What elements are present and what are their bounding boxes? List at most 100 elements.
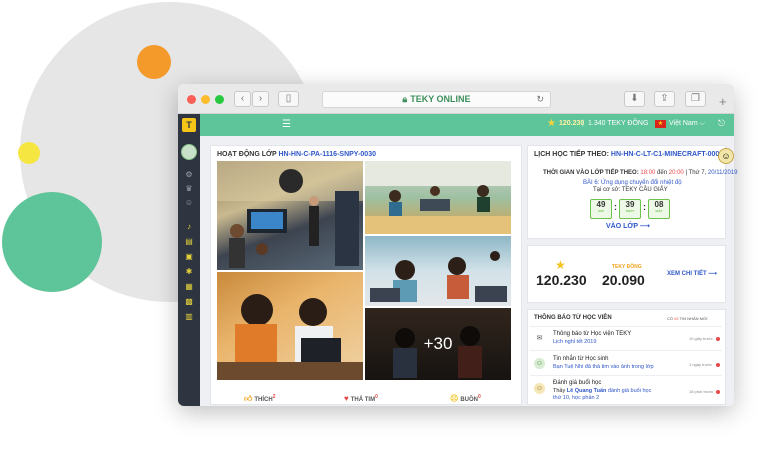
address-bar[interactable]: 🔒︎ TEKY ONLINE ↻ <box>322 91 551 108</box>
avatar[interactable] <box>181 144 197 160</box>
sidebar-toggle-icon[interactable]: ▯ <box>278 91 299 107</box>
sad-label: BUỒN <box>460 397 479 403</box>
maximize-window-button[interactable] <box>215 95 224 104</box>
heart-icon: ♥ <box>344 394 349 403</box>
close-window-button[interactable] <box>187 95 196 104</box>
photo-3-scene <box>370 251 507 302</box>
gift-icon[interactable]: ▩ <box>184 297 194 307</box>
notifications-title: THÔNG BÁO TỪ HỌC VIÊN <box>534 315 612 321</box>
settings-menu-icon[interactable]: ✱ <box>184 267 194 277</box>
back-icon[interactable]: ‹ <box>234 91 251 107</box>
schedule-title: LỊCH HỌC TIẾP THEO: HN-HN-C-LT-C1-MINECR… <box>534 151 724 158</box>
new-tab-icon[interactable]: + <box>719 94 727 109</box>
notifications-count: CÓ 02 TIN NHẮN MỚI <box>667 316 708 321</box>
teacher-avatar-icon: ☺ <box>534 383 545 394</box>
download-icon[interactable]: ⬇ <box>624 91 645 107</box>
notification-time: 18 phút trước <box>689 389 714 394</box>
class-photo-5[interactable]: +30 <box>365 308 511 380</box>
sad-face-icon: ☹ <box>450 394 459 403</box>
student-avatar-icon: ☺ <box>534 358 545 369</box>
love-count: 0 <box>375 394 378 400</box>
profile-icon[interactable]: ☺ <box>184 198 194 208</box>
app-header: ☰ ★ 120.230 | 1.340 TEKY ĐỒNG ★ Việt Nam… <box>178 114 734 136</box>
vietnam-flag-icon: ★ <box>655 120 666 128</box>
book-icon[interactable]: ▤ <box>184 237 194 247</box>
mail-icon: ✉ <box>536 335 543 342</box>
schedule-location: Tại cơ sở: TEKY CẦU GIẤY <box>593 187 668 193</box>
notifications-divider <box>530 375 722 376</box>
document-icon[interactable]: ▦ <box>184 282 194 292</box>
forward-icon[interactable]: › <box>252 91 269 107</box>
points-value: 120.230 <box>536 272 587 288</box>
coins-value: 20.090 <box>602 272 645 288</box>
notification-subtitle: Bạn Tuệ Nhi đã thả tim vào ảnh trong lớp <box>553 364 654 370</box>
star-icon: ★ <box>555 258 566 272</box>
countdown-minutes: 39 PHÚT <box>619 199 641 219</box>
notification-title: Tin nhắn từ Học sinh <box>553 356 609 362</box>
countdown-colon-2: : <box>643 202 646 212</box>
decorative-orange-dot <box>137 45 171 79</box>
browser-toolbar: ‹ › ▯ 🔒︎ TEKY ONLINE ↻ ⬇ ⇪ ❐ + <box>178 84 734 114</box>
notifications-divider <box>530 326 722 327</box>
notification-subtitle-2: thứ 10, học phần 2 <box>553 395 600 401</box>
tabs-icon[interactable]: ❐ <box>685 91 706 107</box>
photo-4-scene <box>217 294 363 380</box>
like-label: THÍCH <box>254 397 273 403</box>
notifications-divider <box>530 350 722 351</box>
more-photos-overlay[interactable]: +30 <box>365 308 511 380</box>
schedule-time: THỜI GIAN VÀO LỚP TIẾP THEO: 18:00 đến 2… <box>543 170 738 176</box>
love-label: THẢ TIM <box>350 397 376 403</box>
notification-time: 10 giây trước <box>689 336 713 341</box>
view-details-link[interactable]: XEM CHI TIẾT ⟶ <box>667 270 717 277</box>
lock-menu-icon[interactable]: ▣ <box>184 252 194 262</box>
lock-icon: 🔒︎ <box>402 94 408 104</box>
share-icon[interactable]: ⇪ <box>654 91 675 107</box>
class-photo-1[interactable] <box>217 161 363 270</box>
mascot-avatar-icon[interactable]: ☺ <box>718 148 734 164</box>
notification-time: 1 ngày trước <box>689 362 712 367</box>
love-button[interactable]: ♥ THẢ TIM0 <box>344 394 378 403</box>
notification-title: Thông báo từ Học viện TEKY <box>553 331 632 337</box>
address-text: TEKY ONLINE <box>410 94 471 104</box>
like-count: 2 <box>272 394 276 400</box>
notification-title: Đánh giá buổi học <box>553 380 602 386</box>
join-class-link[interactable]: VÀO LỚP ⟶ <box>606 222 650 230</box>
notes-icon[interactable]: ▥ <box>184 312 194 322</box>
unread-dot <box>716 337 720 341</box>
language-selector[interactable]: Việt Nam ⌵ <box>669 120 705 128</box>
activity-title: HOẠT ĐỘNG LỚP HN-HN-C-PA-1116-SNPY-0030 <box>217 151 376 158</box>
star-icon: ★ <box>547 118 556 129</box>
countdown-hours: 49 GIỜ <box>590 199 612 219</box>
decorative-yellow-dot <box>18 142 40 164</box>
logout-icon[interactable]: ⎋ <box>718 118 725 129</box>
trophy-icon[interactable]: ♛ <box>184 184 194 194</box>
class-photo-3[interactable] <box>365 236 511 306</box>
photo-2-scene <box>365 161 511 234</box>
header-coins: 1.340 TEKY ĐỒNG <box>588 120 649 127</box>
header-separator: | <box>582 120 584 127</box>
coins-label: TEKY ĐỒNG <box>612 264 642 270</box>
countdown-colon-1: : <box>614 202 617 212</box>
like-button[interactable]: 👍︎ THÍCH2 <box>244 394 276 404</box>
notification-subtitle: Thầy Lê Quang Tuấn đánh giá buổi học <box>553 388 652 394</box>
sad-count: 0 <box>478 394 481 400</box>
promo-stage: ‹ › ▯ 🔒︎ TEKY ONLINE ↻ ⬇ ⇪ ❐ + ☰ ★ 120.23… <box>0 0 768 458</box>
sad-button[interactable]: ☹ BUỒN0 <box>450 394 481 403</box>
class-photo-2[interactable] <box>365 161 511 234</box>
schedule-lesson: BÀI 6: Ứng dụng chuyển đổi nhiệt độ <box>583 180 682 186</box>
thumbs-up-icon: 👍︎ <box>244 394 253 403</box>
unread-dot <box>716 363 720 367</box>
decorative-green-circle <box>2 192 102 292</box>
menu-icon[interactable]: ☰ <box>282 119 291 130</box>
bell-icon[interactable]: ♪ <box>184 222 194 232</box>
unread-dot <box>716 390 720 394</box>
header-points: 120.230 <box>559 120 585 127</box>
reload-icon[interactable]: ↻ <box>536 92 544 107</box>
settings-icon[interactable]: ⚙ <box>184 170 194 180</box>
teky-logo-icon[interactable]: T <box>182 118 196 132</box>
photo-1-scene <box>217 161 363 268</box>
countdown-seconds: 08 GIÂY <box>648 199 670 219</box>
class-photo-4[interactable] <box>217 272 363 380</box>
minimize-window-button[interactable] <box>201 95 210 104</box>
notification-subtitle: Lịch nghỉ tết 2019 <box>553 339 597 345</box>
